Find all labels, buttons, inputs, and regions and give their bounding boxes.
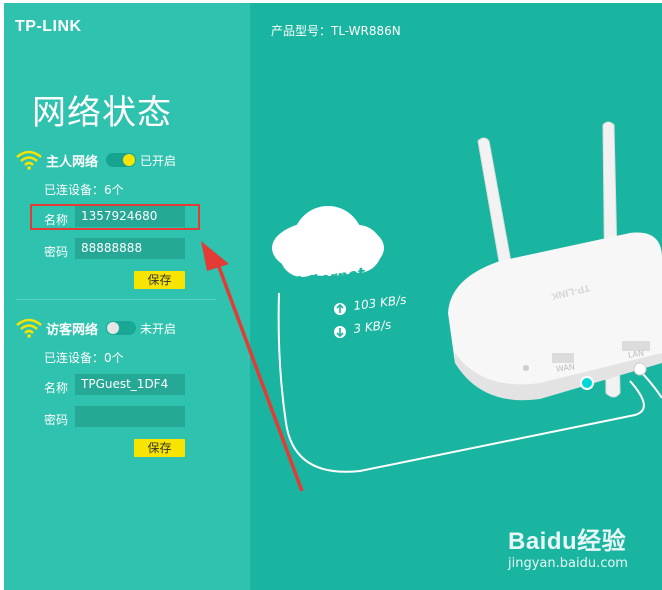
router-admin-window: TP-LINK 网络状态 主人网络 已开启 已连设备：6个 名称 密码 保存 bbox=[4, 3, 662, 590]
annotation-arrow-icon bbox=[201, 241, 304, 492]
